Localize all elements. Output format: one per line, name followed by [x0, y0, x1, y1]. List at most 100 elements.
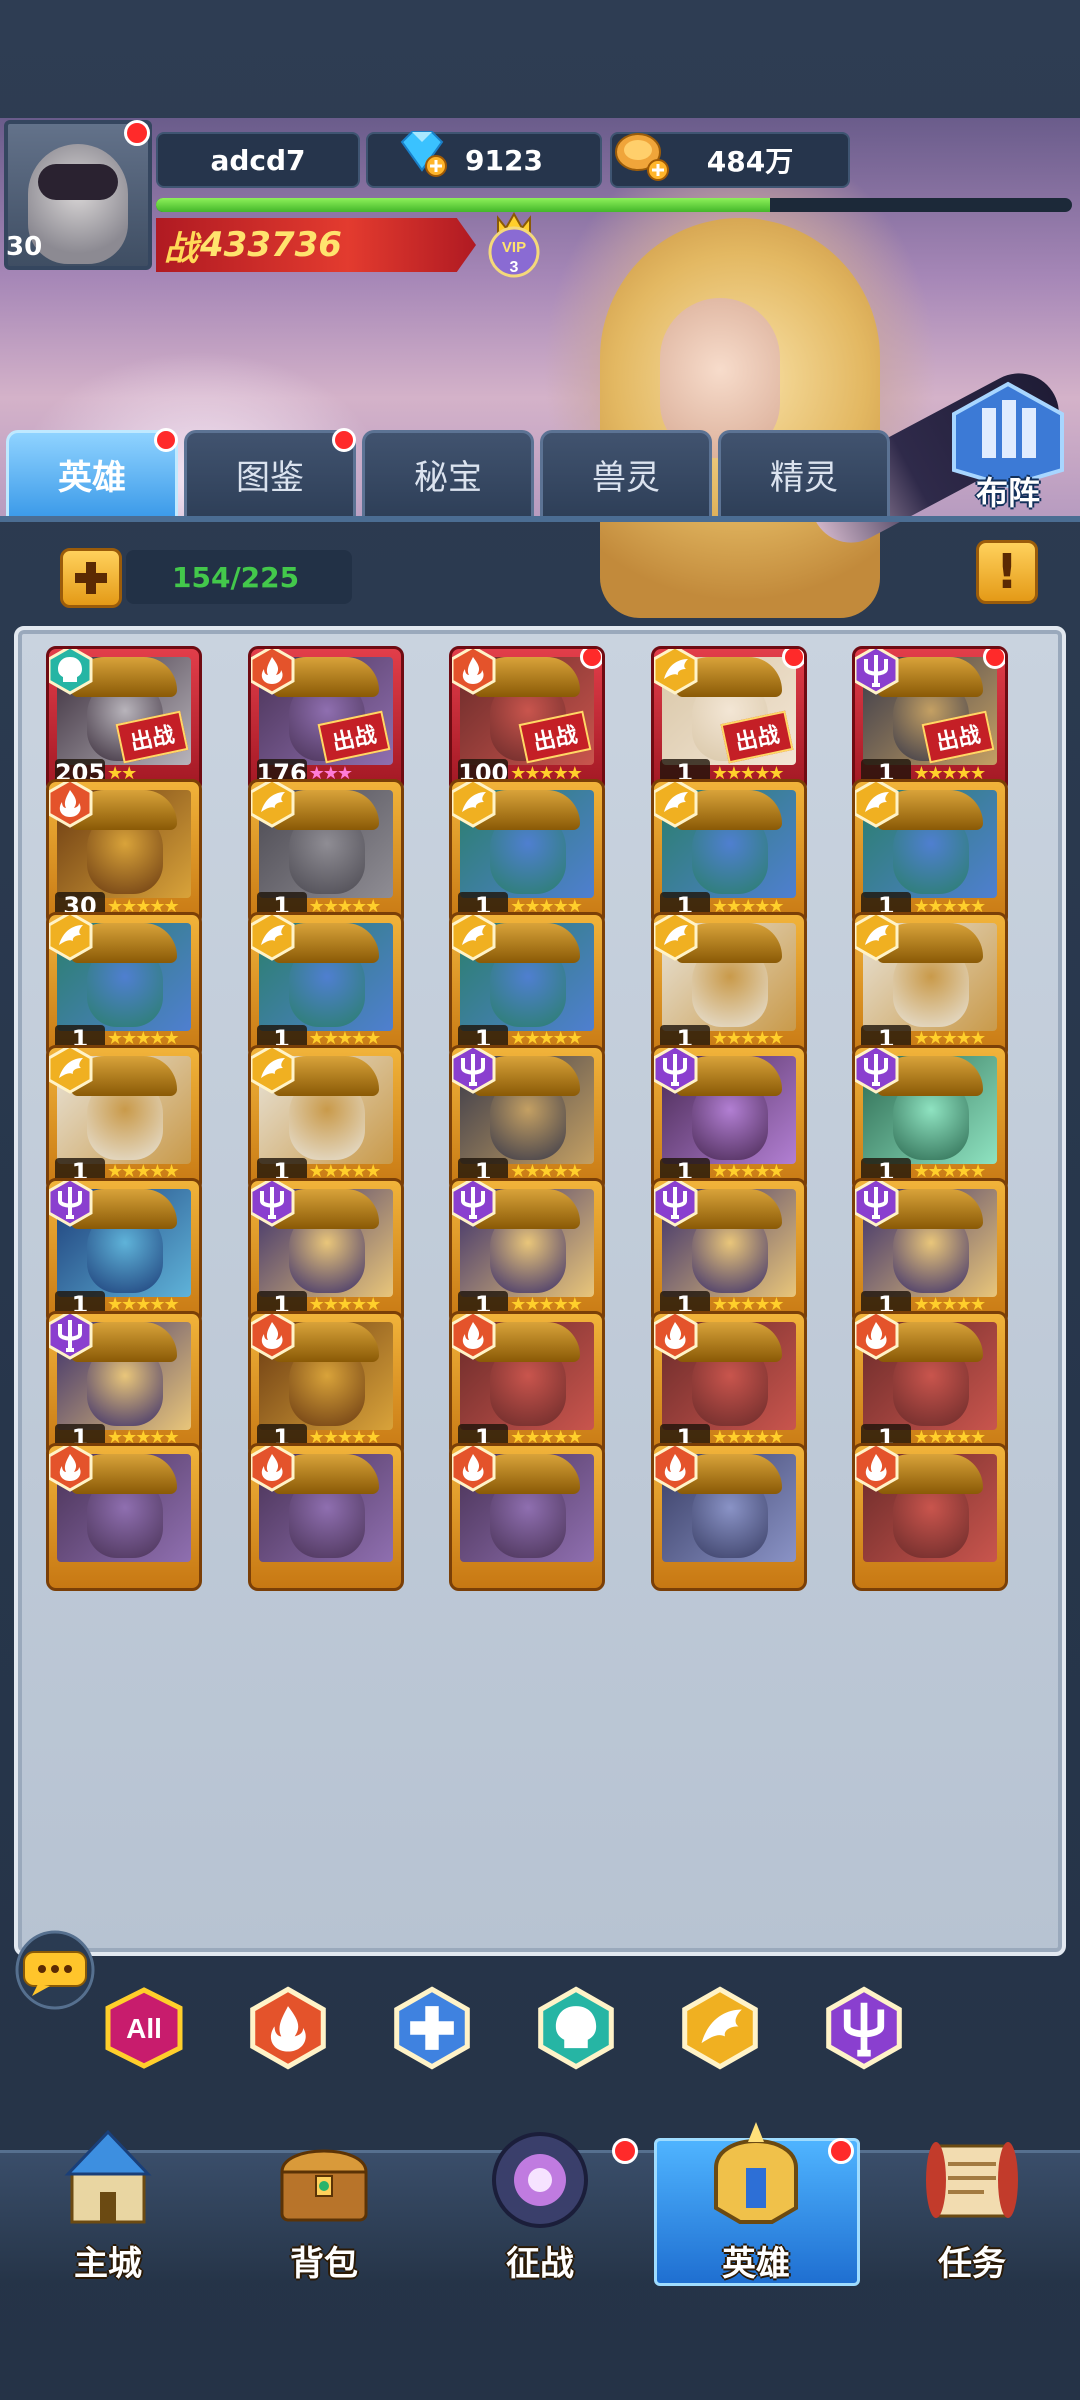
trident-faction-icon — [855, 649, 899, 695]
hero-card[interactable]: 1 ★★★★★ — [852, 779, 1009, 928]
trident-faction-icon — [855, 1180, 899, 1227]
nav-treasure-chest[interactable]: 背包 — [216, 2108, 432, 2288]
hero-card[interactable]: 出战 176 ★★★ — [247, 646, 404, 795]
wing-faction-icon — [250, 782, 295, 828]
fire-faction-icon — [250, 649, 295, 695]
gold-coin-icon[interactable] — [612, 128, 672, 184]
nav-label: 背包 — [290, 2244, 358, 2284]
tab-codex-dot — [332, 428, 356, 452]
fire-faction-icon — [855, 1313, 899, 1360]
wing-faction-icon — [250, 914, 295, 961]
tab-codex[interactable]: 图鉴 — [184, 430, 356, 516]
hero-card[interactable]: 1 ★★★★★ — [247, 1177, 404, 1326]
filter-fire[interactable] — [246, 1986, 330, 2070]
hero-card[interactable]: 1 ★★★★★ — [247, 779, 404, 928]
hero-card[interactable]: 1 ★★★★★ — [650, 1044, 807, 1193]
chat-button[interactable] — [10, 1930, 100, 2010]
hero-card[interactable]: 1 ★★★★★ — [852, 911, 1009, 1060]
hero-card[interactable]: 1 ★★★★★ — [46, 1044, 202, 1193]
fire-faction-icon — [452, 1445, 496, 1492]
hero-card[interactable]: 出战 100 ★★★★★ — [449, 646, 606, 795]
wing-faction-icon — [452, 782, 496, 828]
hero-card[interactable] — [449, 1442, 606, 1591]
hero-notification-dot — [580, 649, 603, 670]
hero-card[interactable]: 1 ★★★★★ — [247, 1044, 404, 1193]
hero-notification-dot — [983, 649, 1006, 670]
wing-faction-icon — [653, 914, 698, 961]
fire-faction-icon — [653, 1313, 698, 1360]
hero-card[interactable]: 1 ★★★★★ — [852, 1177, 1009, 1326]
hero-card[interactable]: 1 ★★★★★ — [449, 1177, 606, 1326]
wing-faction-icon — [855, 782, 899, 828]
hero-card[interactable]: 1 ★★★★★ — [449, 1310, 606, 1459]
xp-progress-fill — [156, 198, 770, 212]
hero-card[interactable]: 1 ★★★★★ — [650, 779, 807, 928]
nav-label: 主城 — [74, 2244, 142, 2284]
hero-card[interactable]: 1 ★★★★★ — [852, 1310, 1009, 1459]
vip-label: VIP — [502, 239, 526, 256]
tab-heroes[interactable]: 英雄 — [6, 430, 178, 516]
filter-trident[interactable] — [822, 1986, 906, 2070]
hero-card[interactable]: 1 ★★★★★ — [46, 1177, 202, 1326]
hero-card[interactable]: 1 ★★★★★ — [449, 911, 606, 1060]
trident-faction-icon — [452, 1047, 496, 1094]
fire-faction-icon — [250, 1986, 326, 2070]
hero-card[interactable] — [247, 1442, 404, 1591]
nav-scroll[interactable]: 任务 — [864, 2108, 1080, 2288]
trident-faction-icon — [452, 1180, 496, 1227]
filter-skull[interactable] — [534, 1986, 618, 2070]
gem-icon[interactable] — [396, 126, 448, 178]
hero-card[interactable]: 1 ★★★★★ — [247, 911, 404, 1060]
tab-elf[interactable]: 精灵 — [718, 430, 890, 516]
wing-faction-icon — [250, 1047, 295, 1094]
filter-wing[interactable] — [678, 1986, 762, 2070]
all-filter-icon: All — [105, 1987, 183, 2069]
hero-card[interactable]: 1 ★★★★★ — [449, 779, 606, 928]
hero-card[interactable]: 出战 205 ★★ — [46, 646, 202, 795]
hero-card[interactable]: 1 ★★★★★ — [247, 1310, 404, 1459]
power-label: 战 — [164, 228, 198, 269]
wing-faction-icon — [49, 1047, 93, 1094]
hero-card[interactable]: 1 ★★★★★ — [852, 1044, 1009, 1193]
hero-card[interactable]: 出战 1 ★★★★★ — [650, 646, 807, 795]
nav-label: 征战 — [506, 2244, 574, 2284]
vip-badge[interactable]: VIP 3 — [484, 210, 544, 282]
fire-faction-icon — [49, 1445, 93, 1492]
hero-card[interactable]: 30 ★★★★★ — [46, 779, 202, 928]
hero-card[interactable] — [46, 1442, 202, 1591]
info-button[interactable]: ! — [976, 540, 1038, 604]
fire-faction-icon — [250, 1313, 295, 1360]
avatar-notification-dot — [124, 120, 150, 146]
trident-faction-icon — [653, 1047, 698, 1094]
nav-label: 任务 — [938, 2244, 1006, 2284]
filter-cross[interactable] — [390, 1986, 474, 2070]
hero-card[interactable]: 出战 1 ★★★★★ — [852, 646, 1009, 795]
hero-card[interactable]: 1 ★★★★★ — [650, 1177, 807, 1326]
all-filter-label: All — [126, 2013, 162, 2044]
fire-faction-icon — [250, 1445, 295, 1492]
hero-card[interactable]: 1 ★★★★★ — [650, 911, 807, 1060]
wing-faction-icon — [452, 914, 496, 961]
tab-beast-spirit[interactable]: 兽灵 — [540, 430, 712, 516]
tab-treasure[interactable]: 秘宝 — [362, 430, 534, 516]
hero-capacity: 154/225 — [126, 550, 352, 604]
fire-faction-icon — [49, 782, 93, 828]
hero-card[interactable] — [650, 1442, 807, 1591]
combat-power: 战 433736 — [156, 218, 476, 272]
nav-notification-dot — [612, 2138, 638, 2164]
hero-card[interactable]: 1 ★★★★★ — [449, 1044, 606, 1193]
hero-card[interactable]: 1 ★★★★★ — [650, 1310, 807, 1459]
hero-notification-dot — [781, 649, 804, 670]
hero-card[interactable]: 1 ★★★★★ — [46, 1310, 202, 1459]
filter-all[interactable]: All — [102, 1986, 186, 2070]
trident-faction-icon — [49, 1180, 93, 1227]
nav-castle[interactable]: 主城 — [0, 2108, 216, 2288]
nav-dragon-portal[interactable]: 征战 — [432, 2108, 648, 2288]
nav-hero-helmet[interactable]: 英雄 — [648, 2108, 864, 2288]
formation-button[interactable]: 布阵 — [944, 378, 1072, 518]
plus-icon — [75, 562, 107, 594]
hero-card[interactable] — [852, 1442, 1009, 1591]
hero-card[interactable]: 1 ★★★★★ — [46, 911, 202, 1060]
skull-faction-icon — [538, 1986, 614, 2070]
add-capacity-button[interactable] — [60, 548, 122, 608]
